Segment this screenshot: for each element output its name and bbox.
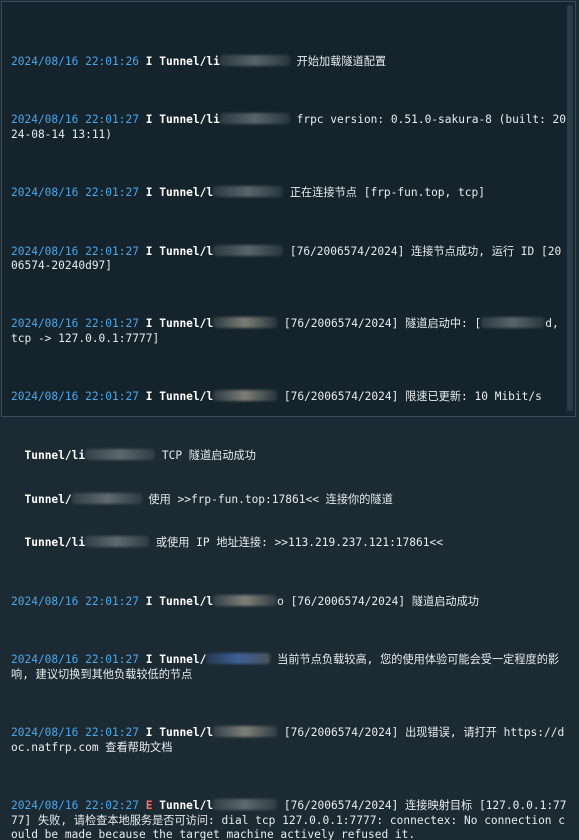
log-level: I bbox=[145, 113, 153, 127]
redacted-name bbox=[213, 390, 278, 402]
log-line: 2024/08/16 22:01:27 I Tunnel/ 当前节点负载较高, … bbox=[11, 653, 567, 682]
tunnel-name: Tunnel/l bbox=[159, 594, 214, 608]
log-level: I bbox=[145, 726, 153, 740]
log-line: 2024/08/16 22:01:26 I Tunnel/li 开始加载隧道配置 bbox=[11, 54, 567, 70]
log-message: 开始加载隧道配置 bbox=[289, 54, 387, 68]
log-level: I bbox=[145, 54, 153, 68]
log-line: 2024/08/16 22:01:27 I Tunnel/l [76/20065… bbox=[11, 317, 567, 346]
log-line: 2024/08/16 22:01:27 I Tunnel/l o [76/2006… bbox=[11, 594, 567, 610]
log-line: 2024/08/16 22:02:27 E Tunnel/l [76/20065… bbox=[11, 799, 567, 840]
log-level: I bbox=[145, 390, 153, 404]
timestamp: 2024/08/16 22:01:27 bbox=[11, 317, 139, 331]
log-line: 2024/08/16 22:01:27 I Tunnel/li frpc ver… bbox=[11, 113, 567, 142]
redacted-name bbox=[213, 726, 278, 738]
tunnel-name: Tunnel/l bbox=[159, 799, 214, 813]
timestamp: 2024/08/16 22:01:27 bbox=[11, 653, 139, 667]
log-message: [76/2006574/2024] 隧道启动中: [ bbox=[277, 317, 482, 331]
tunnel-name: Tunnel/l bbox=[159, 390, 214, 404]
timestamp: 2024/08/16 22:01:27 bbox=[11, 113, 139, 127]
tunnel-name: Tunnel/li bbox=[11, 536, 86, 550]
tunnel-name: Tunnel/ bbox=[11, 492, 72, 506]
redacted-name bbox=[481, 317, 546, 329]
redacted-name bbox=[213, 594, 278, 606]
tunnel-name: Tunnel/li bbox=[159, 54, 220, 68]
redacted-name bbox=[213, 799, 278, 811]
info-message: TCP 隧道启动成功 bbox=[155, 448, 256, 462]
info-line: Tunnel/li 或使用 IP 地址连接: >>113.219.237.121… bbox=[11, 536, 567, 551]
timestamp: 2024/08/16 22:01:27 bbox=[11, 726, 139, 740]
redacted-name bbox=[85, 536, 150, 548]
log-output: 2024/08/16 22:01:26 I Tunnel/li 开始加载隧道配置… bbox=[2, 2, 567, 840]
redacted-name bbox=[219, 113, 290, 125]
log-level: I bbox=[145, 594, 153, 608]
timestamp: 2024/08/16 22:01:27 bbox=[11, 594, 139, 608]
log-level: I bbox=[145, 186, 153, 200]
info-message: 或使用 IP 地址连接: >>113.219.237.121:17861<< bbox=[149, 536, 443, 550]
log-level-error: E bbox=[145, 799, 153, 813]
info-line: Tunnel/ 使用 >>frp-fun.top:17861<< 连接你的隧道 bbox=[11, 492, 567, 508]
scrollbar[interactable] bbox=[566, 3, 574, 415]
log-message: o [76/2006574/2024] 隧道启动成功 bbox=[277, 594, 479, 608]
log-level: I bbox=[145, 317, 153, 331]
info-message: 使用 >>frp-fun.top:17861<< 连接你的隧道 bbox=[141, 492, 393, 506]
tunnel-name: Tunnel/l bbox=[159, 186, 214, 200]
tunnel-name: Tunnel/l bbox=[159, 244, 214, 258]
tunnel-name: Tunnel/ bbox=[159, 653, 207, 667]
redacted-name bbox=[219, 54, 290, 66]
log-level: I bbox=[145, 653, 153, 667]
redacted-name bbox=[213, 244, 284, 256]
timestamp: 2024/08/16 22:02:27 bbox=[11, 799, 139, 813]
info-line: Tunnel/li TCP 隧道启动成功 bbox=[11, 448, 567, 464]
log-line: 2024/08/16 22:01:27 I Tunnel/l [76/20065… bbox=[11, 726, 567, 755]
log-message: [76/2006574/2024] 限速已更新: 10 Mibit/s bbox=[277, 390, 542, 404]
tunnel-name: Tunnel/li bbox=[11, 448, 86, 462]
redacted-name bbox=[85, 448, 156, 460]
log-line: 2024/08/16 22:01:27 I Tunnel/l 正在连接节点 [f… bbox=[11, 186, 567, 201]
tunnel-name: Tunnel/l bbox=[159, 317, 214, 331]
scrollbar-thumb[interactable] bbox=[567, 5, 573, 411]
tunnel-name: Tunnel/l bbox=[159, 726, 214, 740]
redacted-name bbox=[71, 492, 142, 504]
timestamp: 2024/08/16 22:01:26 bbox=[11, 54, 139, 68]
log-level: I bbox=[145, 244, 153, 258]
log-window: 2024/08/16 22:01:26 I Tunnel/li 开始加载隧道配置… bbox=[1, 1, 576, 840]
redacted-name bbox=[206, 653, 271, 665]
timestamp: 2024/08/16 22:01:27 bbox=[11, 244, 139, 258]
tunnel-name: Tunnel/li bbox=[159, 113, 220, 127]
log-line: 2024/08/16 22:01:27 I Tunnel/l [76/20065… bbox=[11, 390, 567, 405]
log-line: 2024/08/16 22:01:27 I Tunnel/l [76/20065… bbox=[11, 244, 567, 274]
timestamp: 2024/08/16 22:01:27 bbox=[11, 390, 139, 404]
redacted-name bbox=[213, 186, 284, 198]
redacted-name bbox=[213, 317, 278, 329]
timestamp: 2024/08/16 22:01:27 bbox=[11, 186, 139, 200]
log-message: 正在连接节点 [frp-fun.top, tcp] bbox=[283, 186, 485, 200]
